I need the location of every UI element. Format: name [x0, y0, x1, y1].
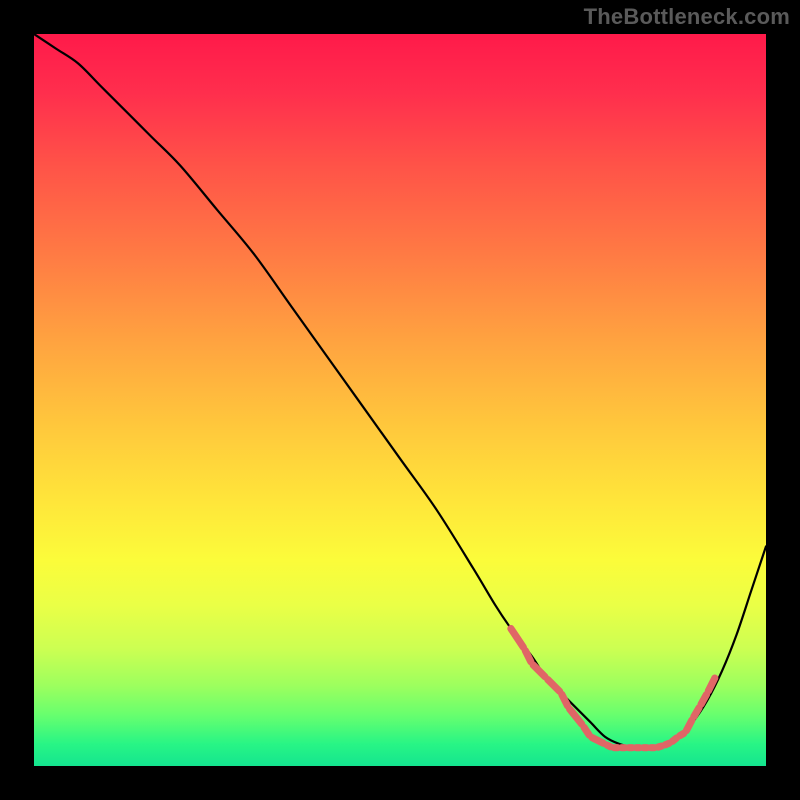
highlight-dash [525, 651, 531, 662]
plot-area [34, 34, 766, 766]
highlight-dash [607, 745, 611, 747]
highlight-dash [562, 695, 568, 706]
chart-frame: TheBottleneck.com [0, 0, 800, 800]
highlight-dash [658, 746, 661, 747]
bottleneck-curve [34, 34, 766, 748]
highlight-dash [665, 743, 669, 744]
highlight-markers [511, 629, 718, 748]
highlight-dash [672, 738, 676, 741]
highlight-dot [711, 675, 718, 682]
highlight-dash [708, 680, 714, 691]
highlight-dash [701, 695, 706, 705]
highlight-dash [533, 665, 545, 677]
highlight-dash [511, 629, 523, 648]
highlight-dash [680, 733, 684, 735]
highlight-dash [584, 727, 589, 735]
watermark-text: TheBottleneck.com [584, 4, 790, 30]
highlight-dash [548, 680, 560, 692]
highlight-dash [686, 720, 691, 730]
highlight-dash [694, 708, 699, 717]
chart-overlay-svg [34, 34, 766, 766]
highlight-dash [592, 738, 603, 744]
